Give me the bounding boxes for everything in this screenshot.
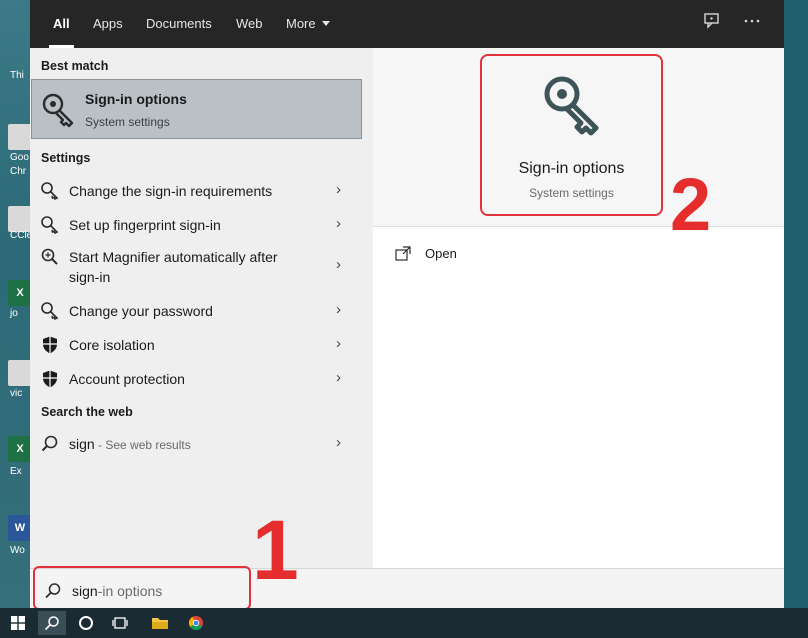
settings-result-item[interactable]: Account protection › bbox=[30, 366, 362, 392]
preview-title: Sign-in options bbox=[518, 160, 625, 177]
tab-web[interactable]: Web bbox=[236, 0, 263, 48]
chevron-right-icon: › bbox=[336, 256, 341, 273]
settings-item-label-line1: Start Magnifier automatically after bbox=[69, 249, 278, 265]
taskbar-search-icon[interactable] bbox=[38, 611, 66, 635]
search-key-icon bbox=[40, 301, 60, 321]
desktop-shortcut-icon[interactable] bbox=[8, 206, 32, 232]
magnifier-icon bbox=[40, 247, 60, 267]
desktop-icon-label: CCle bbox=[10, 230, 33, 241]
settings-result-item[interactable]: Change the sign-in requirements › bbox=[30, 178, 362, 204]
open-label: Open bbox=[425, 246, 457, 261]
best-match-subtitle: System settings bbox=[85, 115, 170, 129]
web-query: sign bbox=[69, 436, 95, 452]
best-match-title: Sign-in options bbox=[85, 91, 187, 107]
settings-result-item[interactable]: Start Magnifier automatically after sign… bbox=[30, 244, 362, 290]
desktop-shortcut-icon[interactable] bbox=[8, 124, 32, 150]
tab-more[interactable]: More bbox=[286, 0, 330, 48]
step-annotation-1: 1 bbox=[252, 503, 299, 597]
settings-item-label: Change the sign-in requirements bbox=[69, 183, 273, 199]
desktop-icon-label: Thi bbox=[10, 70, 24, 81]
chevron-down-icon bbox=[321, 21, 330, 26]
chevron-right-icon: › bbox=[336, 335, 341, 352]
open-icon bbox=[395, 246, 411, 262]
section-best-match: Best match bbox=[41, 59, 109, 73]
best-match-result[interactable]: Sign-in options System settings bbox=[31, 79, 362, 139]
tab-documents[interactable]: Documents bbox=[146, 0, 212, 48]
desktop-icon-label: Chr bbox=[10, 166, 27, 177]
key-icon bbox=[40, 92, 76, 128]
tab-apps[interactable]: Apps bbox=[93, 0, 123, 48]
desktop-icon-label: Ex bbox=[10, 466, 22, 477]
search-suggested-text: -in options bbox=[97, 583, 163, 599]
tab-more-label: More bbox=[286, 16, 316, 31]
key-icon bbox=[540, 74, 604, 138]
chevron-right-icon: › bbox=[336, 369, 341, 386]
desktop-icon-label: Wo bbox=[10, 545, 25, 556]
filter-tab-bar: All Apps Documents Web More bbox=[30, 0, 784, 48]
results-list: Best match Sign-in options System settin… bbox=[30, 48, 370, 608]
more-options-icon[interactable] bbox=[742, 12, 762, 32]
file-explorer-icon[interactable] bbox=[146, 611, 174, 635]
search-input[interactable]: sign-in options bbox=[72, 583, 162, 599]
search-icon bbox=[44, 582, 62, 600]
desktop-shortcut-icon[interactable] bbox=[8, 360, 32, 386]
settings-item-label: Account protection bbox=[69, 371, 185, 387]
section-settings: Settings bbox=[41, 151, 91, 165]
chrome-icon[interactable] bbox=[182, 611, 210, 635]
web-search-result[interactable]: sign - See web results › bbox=[30, 431, 362, 457]
windows-start-icon[interactable] bbox=[4, 611, 32, 635]
web-result-hint: - See web results bbox=[94, 438, 191, 452]
cortana-icon[interactable] bbox=[72, 611, 100, 635]
chevron-right-icon: › bbox=[336, 181, 341, 198]
search-typed-text: sign bbox=[72, 583, 98, 599]
preview-pane: Sign-in options System settings Open bbox=[373, 48, 784, 568]
settings-item-label: Change your password bbox=[69, 303, 213, 319]
search-menu: All Apps Documents Web More Best match S… bbox=[30, 0, 784, 610]
desktop-icon-label: jo bbox=[10, 308, 18, 319]
shield-icon bbox=[40, 335, 60, 355]
word-file-icon[interactable]: W bbox=[8, 515, 32, 541]
excel-file-icon[interactable]: X bbox=[8, 280, 32, 306]
search-icon bbox=[40, 434, 60, 454]
settings-result-item[interactable]: Core isolation › bbox=[30, 332, 362, 358]
settings-item-label-line2: sign-in bbox=[69, 269, 111, 285]
chevron-right-icon: › bbox=[336, 301, 341, 318]
search-key-icon bbox=[40, 215, 60, 235]
desktop-icon-label: vic bbox=[10, 388, 23, 399]
preview-header: Sign-in options System settings bbox=[373, 48, 784, 226]
settings-result-item[interactable]: Change your password › bbox=[30, 298, 362, 324]
desktop-icon-label: Goo bbox=[10, 152, 29, 163]
preview-subtitle: System settings bbox=[529, 186, 614, 200]
settings-item-label: Core isolation bbox=[69, 337, 155, 353]
tab-all[interactable]: All bbox=[49, 0, 74, 48]
chevron-right-icon: › bbox=[336, 434, 341, 451]
web-result-label: sign - See web results bbox=[69, 434, 191, 455]
section-search-web: Search the web bbox=[41, 405, 133, 419]
excel-file-icon[interactable]: X bbox=[8, 436, 32, 462]
desktop-background: Thi Goo Chr CCle X jo vic X Ex W Wo bbox=[0, 0, 34, 608]
settings-item-label: Set up fingerprint sign-in bbox=[69, 217, 221, 233]
search-key-icon bbox=[40, 181, 60, 201]
chevron-right-icon: › bbox=[336, 215, 341, 232]
feedback-icon[interactable] bbox=[702, 12, 722, 32]
preview-card[interactable]: Sign-in options System settings bbox=[480, 54, 663, 216]
step-annotation-2: 2 bbox=[670, 163, 712, 246]
shield-icon bbox=[40, 369, 60, 389]
task-view-icon[interactable] bbox=[106, 611, 134, 635]
taskbar bbox=[0, 608, 808, 638]
settings-result-item[interactable]: Set up fingerprint sign-in › bbox=[30, 212, 362, 238]
divider bbox=[373, 226, 784, 227]
